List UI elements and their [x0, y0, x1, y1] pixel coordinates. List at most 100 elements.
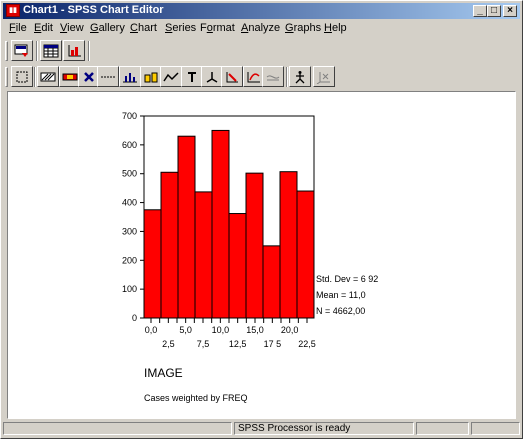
y-tick-label: 500	[122, 169, 137, 179]
status-message: SPSS Processor is ready	[234, 422, 414, 435]
interpolation-button[interactable]	[160, 66, 182, 87]
spss-chart-app-icon[interactable]: ▮▮	[6, 4, 20, 17]
vertical-axis-icon	[68, 44, 81, 56]
x-tick-label: 17 5	[264, 339, 282, 349]
histogram-bar[interactable]	[262, 245, 281, 319]
status-panel	[416, 422, 469, 435]
bar-style-button[interactable]	[119, 66, 141, 87]
y-tick-label: 600	[122, 140, 137, 150]
axis-button[interactable]	[201, 66, 223, 87]
y-tick-label: 100	[122, 284, 137, 294]
x-tick-label: 12,5	[229, 339, 247, 349]
bar-label-button[interactable]	[140, 66, 162, 87]
toolbar-separator	[36, 41, 38, 61]
marker-icon	[84, 71, 94, 82]
status-bar: SPSS Processor is ready	[3, 421, 520, 436]
menu-analyze[interactable]: Analyze	[241, 22, 280, 34]
x-tick-label: 2,5	[162, 339, 175, 349]
text-icon	[188, 71, 196, 82]
x-tick-label: 10,0	[212, 325, 230, 335]
stats-line: Std. Dev = 6 92	[316, 274, 378, 284]
y-tick-label: 300	[122, 226, 137, 236]
menu-series[interactable]: Series	[165, 22, 196, 34]
toolbar-grip[interactable]	[5, 41, 8, 61]
text-button[interactable]	[181, 66, 203, 87]
histogram-bar[interactable]	[228, 213, 247, 319]
fill-pattern-button[interactable]	[37, 66, 59, 87]
histogram-bar[interactable]	[194, 191, 213, 319]
y-tick-label: 0	[132, 313, 137, 323]
grid-table-icon	[43, 44, 59, 57]
goto-data-button[interactable]	[11, 40, 33, 61]
stats-line: N = 4662,00	[316, 306, 365, 316]
reference-line-button[interactable]	[289, 66, 311, 87]
menu-gallery[interactable]: Gallery	[90, 22, 125, 34]
fill-pattern-icon	[40, 72, 56, 81]
bar-spacing-icon	[266, 74, 280, 80]
status-panel	[471, 422, 520, 435]
x-axis: 0,0 5,0 10,0 15,0 20,0 2,5 7,5 12,5 17 5 22,5	[145, 318, 316, 349]
menu-bar: File Edit View Gallery Chart Series Form…	[3, 20, 520, 37]
main-toolbar	[3, 39, 520, 63]
menu-view[interactable]: View	[60, 22, 84, 34]
y-tick-label: 700	[122, 111, 137, 121]
histogram-bar[interactable]	[160, 171, 179, 319]
minimize-icon: _	[477, 5, 483, 16]
axis-icon	[206, 71, 218, 83]
chart-canvas[interactable]: 0 100 200 300 400 500 600 700 0,0 5,0 10,0 15,0 20,…	[7, 91, 516, 419]
toolbar-separator	[88, 41, 90, 61]
y-tick-label: 200	[122, 255, 137, 265]
x-axis-label: IMAGE	[144, 366, 183, 380]
y-tick-label: 400	[122, 198, 137, 208]
menu-graphs[interactable]: Graphs	[285, 22, 321, 34]
line-style-button[interactable]	[97, 66, 119, 87]
histogram-chart[interactable]: 0 100 200 300 400 500 600 700 0,0 5,0 10,0 15,0 20,…	[8, 92, 515, 418]
minimize-button[interactable]: _	[473, 5, 487, 17]
line-style-icon	[101, 76, 115, 77]
interpolation-icon	[163, 71, 179, 81]
maximize-button[interactable]: □	[487, 5, 501, 17]
histogram-bar[interactable]	[211, 129, 230, 319]
histogram-bar[interactable]	[177, 135, 196, 319]
x-tick-label: 5,0	[179, 325, 192, 335]
toolbar-grip[interactable]	[5, 67, 8, 87]
grid-table-button[interactable]	[40, 40, 62, 61]
close-icon: ×	[507, 5, 513, 16]
select-button[interactable]	[11, 66, 33, 87]
toolbar-separator	[34, 67, 36, 87]
stats-line: Mean = 11,0	[316, 290, 366, 300]
select-icon	[16, 71, 28, 82]
chart-toolbar	[3, 65, 520, 89]
vertical-axis-button[interactable]	[63, 40, 85, 61]
pie-explode-icon	[226, 71, 238, 82]
menu-help[interactable]: Help	[324, 22, 347, 34]
footnote: Cases weighted by FREQ	[144, 393, 248, 403]
menu-format[interactable]: Format	[200, 22, 235, 34]
spin-button[interactable]	[313, 66, 335, 87]
x-tick-label: 15,0	[246, 325, 264, 335]
title-bar[interactable]: ▮▮ Chart1 - SPSS Chart Editor _ □ ×	[3, 3, 520, 19]
window-title: Chart1 - SPSS Chart Editor	[23, 4, 164, 16]
maximize-icon: □	[490, 5, 498, 16]
menu-file[interactable]: File	[9, 22, 27, 34]
menu-chart[interactable]: Chart	[130, 22, 157, 34]
bar-style-icon	[123, 72, 137, 82]
spin-icon	[316, 71, 330, 84]
histogram-bar[interactable]	[296, 190, 315, 319]
goto-data-icon	[14, 44, 28, 57]
status-panel-left	[3, 422, 232, 435]
y-axis: 0 100 200 300 400 500 600 700	[122, 111, 144, 323]
swap-axes-icon	[247, 71, 260, 82]
bar-spacing-button[interactable]	[262, 66, 284, 87]
histogram-bar[interactable]	[245, 172, 264, 319]
histogram-bar[interactable]	[143, 209, 162, 319]
bar-label-icon	[144, 72, 158, 82]
reference-line-icon	[295, 70, 305, 83]
menu-edit[interactable]: Edit	[34, 22, 53, 34]
close-button[interactable]: ×	[503, 5, 517, 17]
pie-explode-button[interactable]	[221, 66, 243, 87]
histogram-bar[interactable]	[279, 171, 298, 319]
stats-block: Std. Dev = 6 92 Mean = 11,0 N = 4662,00	[316, 274, 378, 316]
x-tick-label: 20,0	[281, 325, 299, 335]
bars	[143, 129, 315, 319]
